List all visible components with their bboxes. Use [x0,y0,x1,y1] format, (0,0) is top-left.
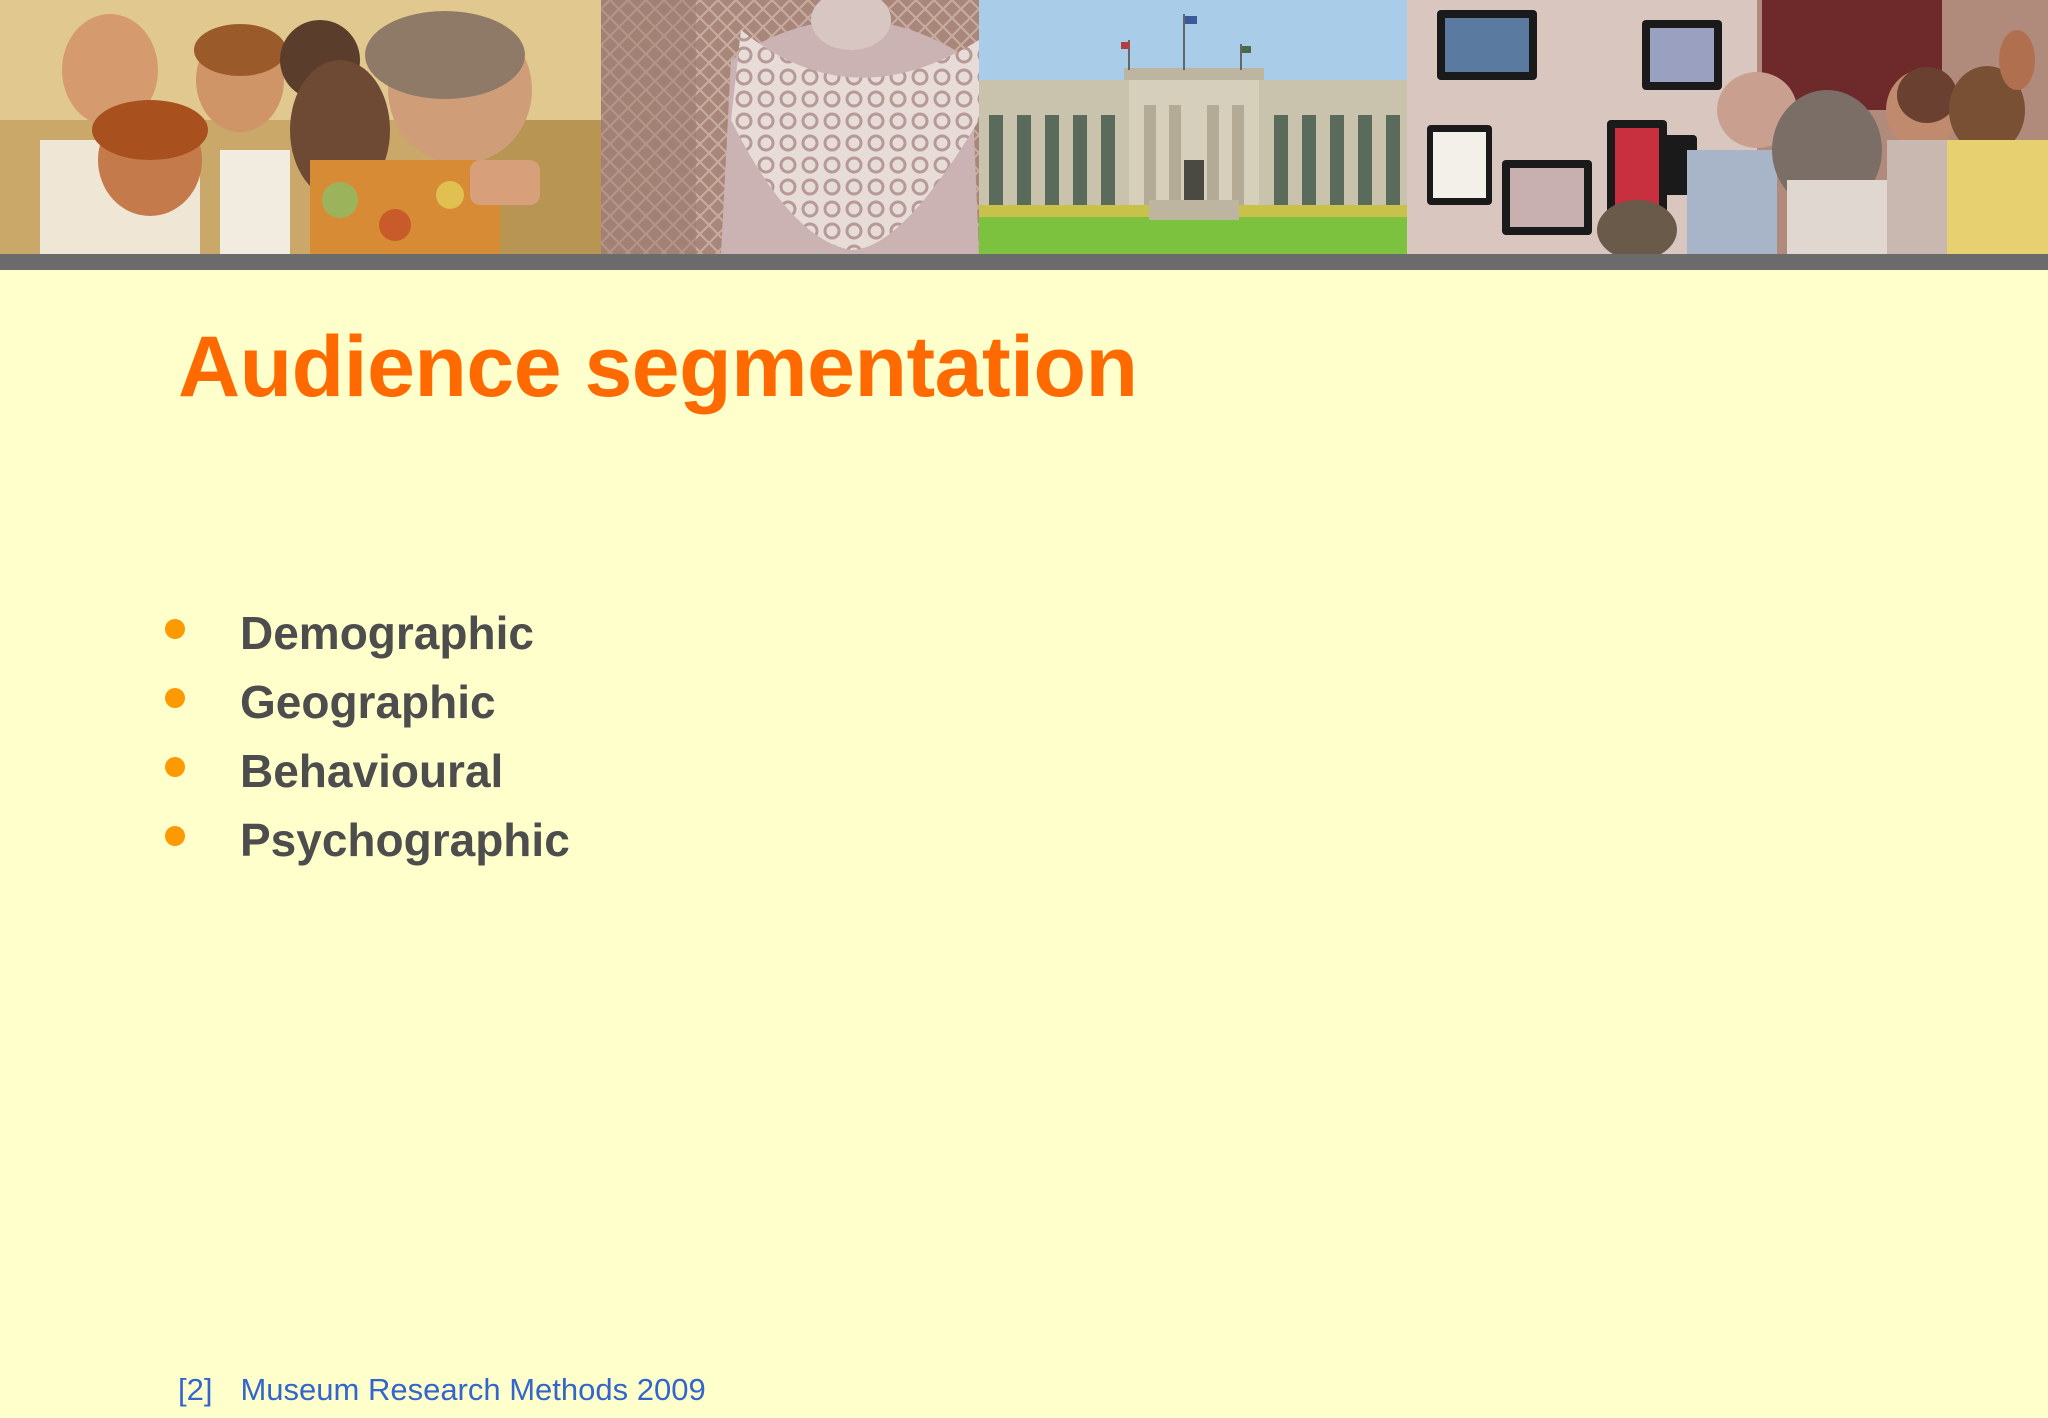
bullet-label: Demographic [240,606,534,659]
footer-text: Museum Research Methods 2009 [240,1372,706,1407]
header-banner [0,0,2048,254]
list-item: Demographic [160,598,570,667]
bullet-icon [165,618,185,639]
screens-exhibition-photo [1407,0,2048,254]
visitors-tasting-photo [0,0,601,254]
slide-title: Audience segmentation [178,319,1138,415]
banner-divider [0,254,2048,270]
bullet-icon [165,687,185,708]
footer-reference: [2] [178,1372,213,1407]
bullet-label: Psychographic [240,813,570,866]
bullet-icon [165,756,185,777]
list-item: Geographic [160,667,570,736]
bullet-label: Behavioural [240,744,504,797]
slide-footer: [2] Museum Research Methods 2009 [178,1372,706,1408]
bullet-label: Geographic [240,675,496,728]
museum-building-photo [979,0,1407,254]
bullet-icon [165,825,185,846]
list-item: Behavioural [160,736,570,805]
lace-garment-photo [601,0,979,254]
list-item: Psychographic [160,805,570,874]
bullet-list: Demographic Geographic Behavioural Psych… [160,598,570,874]
